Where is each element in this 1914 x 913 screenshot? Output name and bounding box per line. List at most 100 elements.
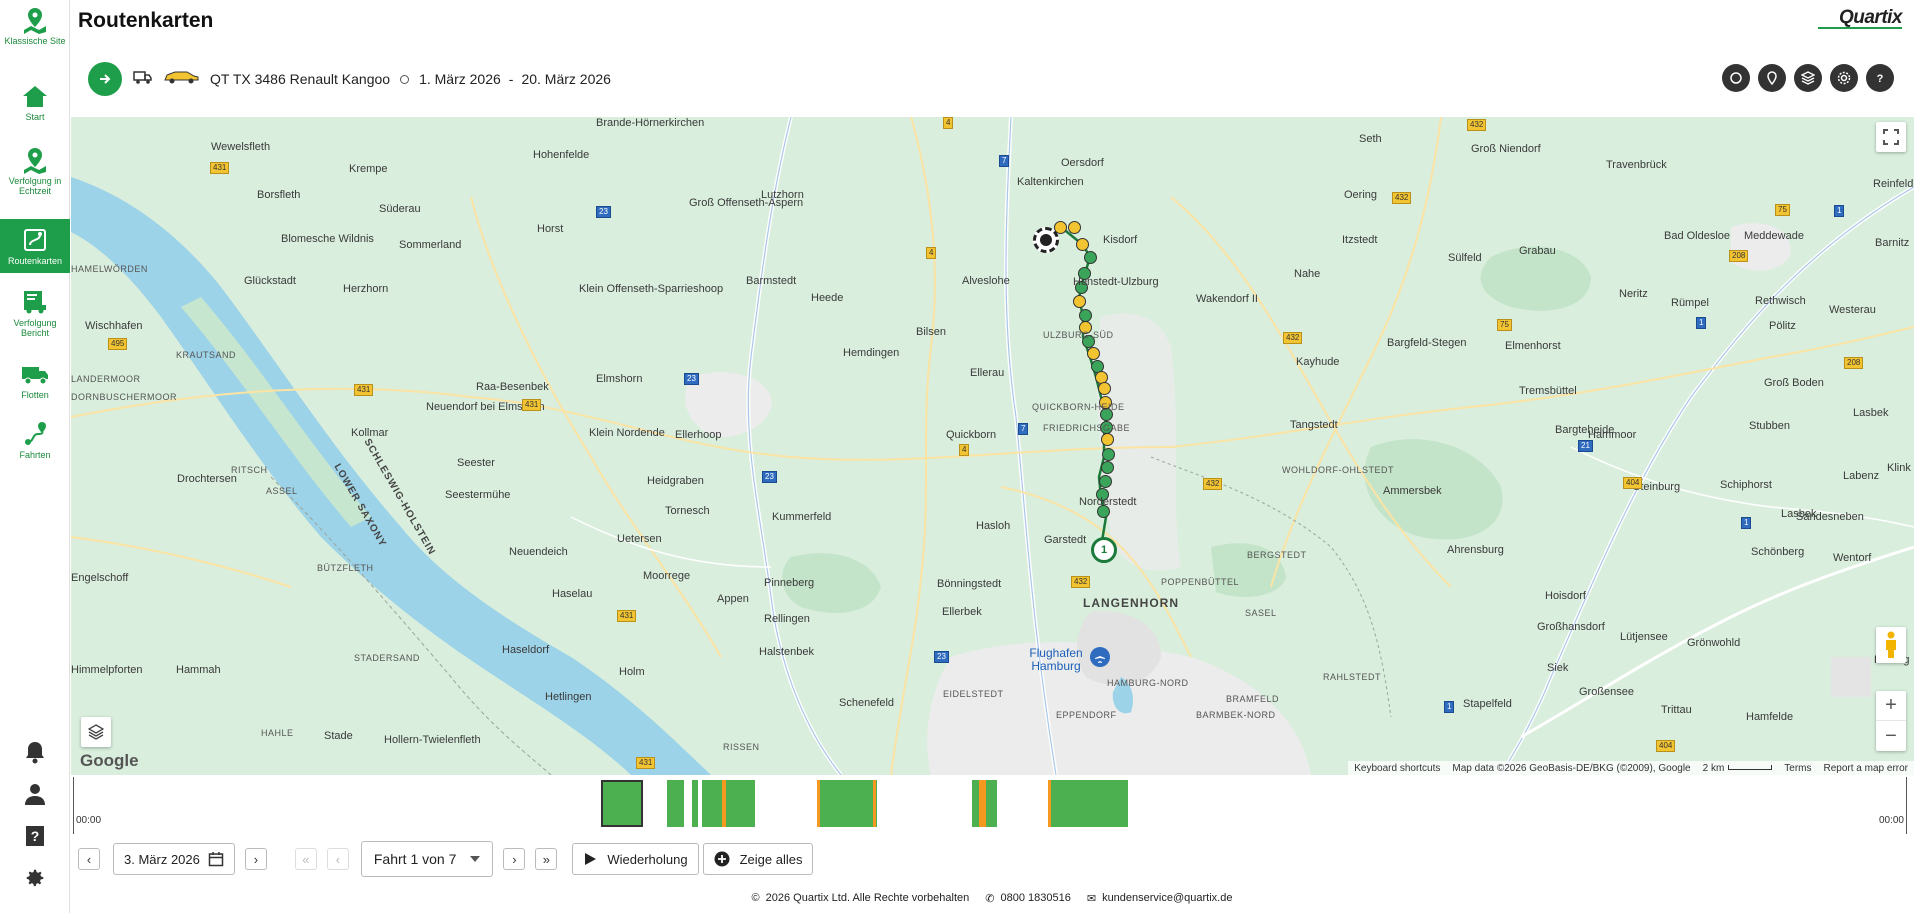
map-place-label: Himmelpforten bbox=[71, 664, 143, 676]
next-trip-button[interactable]: › bbox=[503, 848, 526, 870]
route-point-marker[interactable] bbox=[1073, 295, 1086, 308]
sidebar-item-tracking-report[interactable]: Verfolgung Bericht bbox=[0, 288, 70, 340]
trip-bar[interactable] bbox=[667, 780, 684, 827]
date-picker[interactable]: 3. März 2026 bbox=[113, 843, 235, 875]
route-point-marker[interactable] bbox=[1099, 475, 1112, 488]
route-point-marker[interactable] bbox=[1101, 461, 1114, 474]
route-point-marker[interactable] bbox=[1102, 448, 1115, 461]
stop-bar[interactable] bbox=[873, 780, 876, 827]
map-place-label: Pölitz bbox=[1769, 320, 1796, 332]
first-trip-button[interactable]: « bbox=[294, 848, 317, 870]
phone[interactable]: ✆ 0800 1830516 bbox=[985, 892, 1071, 905]
sidebar-item-trips[interactable]: Fahrten bbox=[0, 420, 70, 464]
route-map[interactable]: 1 Brande-Hörnerkirchen Wewelsfleth Hohenfe… bbox=[71, 117, 1914, 775]
zoom-out-button[interactable]: − bbox=[1876, 721, 1906, 751]
sidebar-item-live-tracking[interactable]: Verfolgung in Echtzeit bbox=[0, 146, 70, 202]
route-point-marker[interactable] bbox=[1101, 433, 1114, 446]
map-place-label: Henstedt-Ulzburg bbox=[1073, 276, 1159, 288]
circle-tool-button[interactable] bbox=[1722, 64, 1750, 92]
end-marker[interactable] bbox=[1033, 227, 1059, 253]
road-shield: 75 bbox=[1497, 319, 1512, 331]
map-place-label: Hemdingen bbox=[843, 347, 900, 359]
circle-icon bbox=[1730, 72, 1742, 84]
show-all-button[interactable]: Zeige alles bbox=[702, 843, 814, 875]
zoom-in-button[interactable]: + bbox=[1876, 691, 1906, 721]
sidebar-item-classic-site[interactable]: Klassische Site bbox=[0, 6, 70, 62]
map-place-label: Nahe bbox=[1294, 268, 1321, 280]
sidebar-label: Verfolgung in Echtzeit bbox=[8, 176, 62, 196]
road-shield: 1 bbox=[1834, 205, 1845, 217]
map-district-label: BRAMFELD bbox=[1226, 694, 1280, 704]
map-place-label: Barnitz bbox=[1875, 237, 1910, 249]
map-place-label: Trittau bbox=[1661, 704, 1692, 716]
location-tool-button[interactable] bbox=[1758, 64, 1786, 92]
map-place-label: Bilsen bbox=[916, 326, 946, 338]
road-shield: 404 bbox=[1623, 477, 1643, 489]
sidebar-item-start[interactable]: Start bbox=[0, 82, 70, 126]
fullscreen-button[interactable] bbox=[1876, 122, 1906, 152]
settings-tool-button[interactable] bbox=[1830, 64, 1858, 92]
map-place-label: Grabau bbox=[1519, 245, 1556, 257]
road-shield: 23 bbox=[762, 471, 777, 483]
route-point-marker[interactable] bbox=[1087, 347, 1100, 360]
user-icon[interactable] bbox=[21, 780, 49, 808]
map-district-label: BARMBEK-NORD bbox=[1196, 710, 1276, 720]
map-district-label: HAHLE bbox=[261, 728, 294, 738]
help-icon: ? bbox=[1877, 73, 1884, 85]
help-book-icon[interactable]: ? bbox=[21, 822, 49, 850]
street-view-pegman[interactable] bbox=[1876, 627, 1906, 663]
route-point-marker[interactable] bbox=[1068, 221, 1081, 234]
terms-link[interactable]: Terms bbox=[1784, 763, 1811, 774]
go-button[interactable] bbox=[88, 62, 122, 96]
road-shield: 23 bbox=[934, 651, 949, 663]
bell-icon[interactable] bbox=[21, 738, 49, 766]
map-place-label: Kummerfeld bbox=[772, 511, 832, 523]
previous-trip-button[interactable]: ‹ bbox=[326, 848, 349, 870]
copyright: © 2026 Quartix Ltd. Alle Rechte vorbehalt… bbox=[752, 892, 970, 904]
map-place-label: Tremsbüttel bbox=[1519, 385, 1577, 397]
map-place-label: Rellingen bbox=[764, 613, 810, 625]
layers-tool-button[interactable] bbox=[1794, 64, 1822, 92]
road-shield: 431 bbox=[522, 399, 542, 411]
map-district-label: ULZBURG-SÜD bbox=[1043, 330, 1114, 340]
map-district-label: LANGENHORN bbox=[1083, 596, 1179, 610]
trip-select[interactable]: Fahrt 1 von 7 bbox=[360, 841, 494, 877]
map-place-label: Neuendeich bbox=[509, 546, 568, 558]
stop-bar[interactable] bbox=[1048, 780, 1051, 827]
road-shield: 7 bbox=[1018, 423, 1029, 435]
map-data-credit: Map data ©2026 GeoBasis-DE/BKG (©2009), … bbox=[1452, 762, 1691, 774]
scale-indicator: 2 km bbox=[1703, 763, 1773, 774]
help-tool-button[interactable]: ? bbox=[1866, 64, 1894, 92]
report-error-link[interactable]: Report a map error bbox=[1824, 763, 1908, 774]
stop-bar[interactable] bbox=[722, 780, 726, 827]
stop-bar[interactable] bbox=[817, 780, 820, 827]
selected-date: 3. März 2026 bbox=[124, 851, 200, 867]
route-point-marker[interactable] bbox=[1084, 251, 1097, 264]
road-shield: 23 bbox=[596, 206, 611, 218]
trip-bar[interactable] bbox=[702, 780, 755, 827]
sidebar-item-fleets[interactable]: Flotten bbox=[0, 362, 70, 400]
last-trip-button[interactable]: » bbox=[535, 848, 558, 870]
start-marker[interactable]: 1 bbox=[1091, 537, 1117, 563]
route-point-marker[interactable] bbox=[1076, 238, 1089, 251]
trip-bar[interactable] bbox=[601, 780, 643, 827]
replay-button[interactable]: Wiederholung bbox=[572, 843, 699, 875]
trip-bar[interactable] bbox=[692, 780, 698, 827]
next-day-button[interactable]: › bbox=[244, 848, 267, 870]
route-point-marker[interactable] bbox=[1098, 382, 1111, 395]
trips-icon bbox=[20, 420, 50, 448]
trip-timeline[interactable]: 00:00 00:00 bbox=[73, 777, 1907, 834]
sidebar-item-route-maps[interactable]: Routenkarten bbox=[0, 219, 70, 273]
home-icon bbox=[20, 82, 50, 110]
previous-day-button[interactable]: ‹ bbox=[78, 848, 100, 870]
map-place-label: Neritz bbox=[1619, 288, 1648, 300]
keyboard-shortcuts-link[interactable]: Keyboard shortcuts bbox=[1354, 763, 1440, 774]
road-shield: 431 bbox=[210, 162, 230, 174]
trip-bar[interactable] bbox=[817, 780, 877, 827]
map-layers-button[interactable] bbox=[81, 717, 111, 747]
stop-bar[interactable] bbox=[979, 780, 986, 827]
trip-bar[interactable] bbox=[1048, 780, 1128, 827]
email[interactable]: ✉ kundenservice@quartix.de bbox=[1087, 892, 1233, 905]
date-to: 20. März 2026 bbox=[521, 71, 611, 87]
map-district-label: RITSCH bbox=[231, 465, 268, 475]
